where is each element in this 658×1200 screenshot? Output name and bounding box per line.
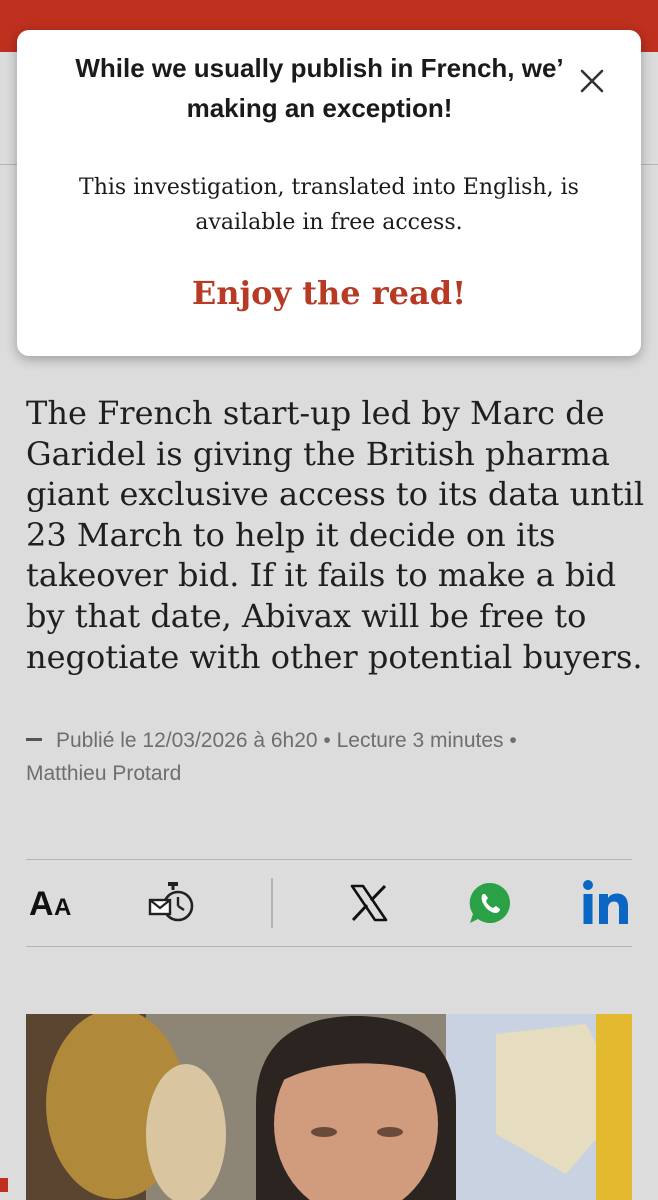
enjoy-read-link[interactable]: Enjoy the read! (57, 268, 601, 318)
article-meta: Publié le 12/03/2026 à 6h20 • Lecture 3 … (26, 724, 636, 790)
article-lead-line: giant exclusive access to its data until (26, 475, 645, 514)
publish-date: Publié le 12/03/2026 à 6h20 (56, 729, 318, 752)
font-size-icon[interactable]: A A (26, 878, 76, 928)
dash-icon (26, 737, 42, 741)
popup-message-line: This investigation, translated into Engl… (79, 175, 579, 200)
close-icon[interactable] (577, 66, 607, 96)
meta-separator: • (323, 729, 331, 752)
meta-separator: • (509, 729, 517, 752)
toolbar-divider (271, 878, 273, 928)
language-notice-popup: While we usually publish in French, we’ … (17, 30, 641, 356)
article-lead-line: by that date, Abivax will be free to (26, 596, 587, 635)
popup-message-line: available in free access. (195, 210, 463, 235)
page-edge-marker (0, 1178, 8, 1192)
share-toolbar: A A (26, 859, 632, 947)
article-lead: The French start-up led by Marc de Garid… (26, 393, 646, 677)
x-icon[interactable] (346, 878, 392, 928)
popup-title-line: While we usually publish in French, we’ (75, 53, 564, 83)
svg-text:A: A (54, 894, 71, 921)
article-photo (26, 1014, 632, 1200)
author-name[interactable]: Matthieu Protard (26, 757, 636, 790)
article-lead-line: 23 March to help it decide on its (26, 515, 556, 554)
article-lead-line: takeover bid. If it fails to make a bid (26, 556, 617, 595)
popup-title-line: making an exception! (186, 93, 453, 123)
newsletter-reminder-icon[interactable] (146, 878, 200, 928)
popup-title: While we usually publish in French, we’ … (47, 48, 592, 128)
whatsapp-icon[interactable] (466, 878, 514, 928)
article-lead-line: negotiate with other potential buyers. (26, 637, 643, 676)
svg-text:A: A (29, 885, 54, 923)
reading-time: Lecture 3 minutes (336, 729, 504, 752)
popup-message: This investigation, translated into Engl… (57, 170, 601, 240)
article-lead-line: The French start-up led by Marc de (26, 394, 605, 432)
article-lead-line: Garidel is giving the British pharma (26, 434, 610, 473)
linkedin-icon[interactable] (582, 878, 632, 928)
